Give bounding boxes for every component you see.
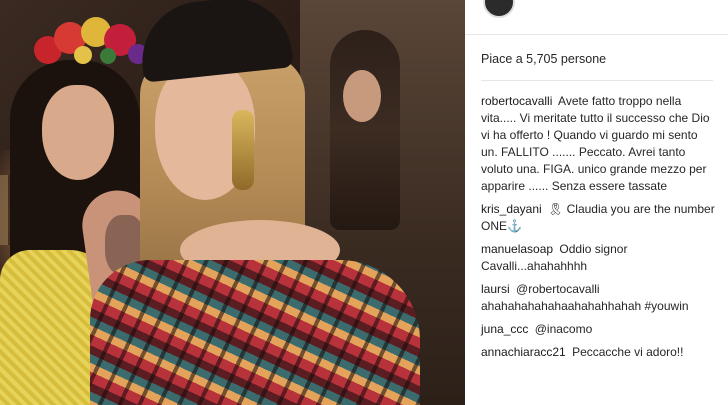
comment-item: robertocavalli Avete fatto troppo nella …: [481, 93, 716, 195]
comment-username[interactable]: kris_dayani: [481, 202, 542, 216]
photo-background-person: [330, 30, 400, 230]
left-woman-face: [42, 85, 114, 180]
comment-item: manuelasoap Oddio signor Cavalli...ahaha…: [481, 241, 716, 275]
comment-username[interactable]: juna_ccc: [481, 322, 528, 336]
comment-item: kris_dayani 🎗 Claudia you are the number…: [481, 201, 716, 235]
likes-count[interactable]: Piace a 5,705 persone: [481, 52, 606, 66]
comment-username[interactable]: laursi: [481, 282, 510, 296]
comment-text: @robertocavalli ahahahahahahaahahahhahah…: [481, 282, 689, 313]
avatar[interactable]: [483, 0, 515, 18]
comment-item: juna_ccc @inacomo: [481, 321, 716, 338]
comment-text: Peccacche vi adoro!!: [572, 345, 684, 359]
comment-username[interactable]: manuelasoap: [481, 242, 553, 256]
comments-list: robertocavalli Avete fatto troppo nella …: [481, 93, 716, 367]
right-woman-paisley-dress: [90, 260, 420, 405]
post-side-panel: Piace a 5,705 persone robertocavalli Ave…: [465, 0, 728, 405]
comment-username[interactable]: annachiaracc21: [481, 345, 566, 359]
comment-text: Avete fatto troppo nella vita..... Vi me…: [481, 94, 710, 193]
post-photo[interactable]: [0, 0, 465, 405]
comment-item: annachiaracc21 Peccacche vi adoro!!: [481, 344, 716, 361]
right-woman-earring: [232, 110, 254, 190]
divider: [481, 80, 713, 81]
photo-background-person-face: [343, 70, 381, 122]
comment-item: laursi @robertocavalli ahahahahahahaahah…: [481, 281, 716, 315]
comment-username[interactable]: robertocavalli: [481, 94, 552, 108]
post-header: [465, 0, 728, 35]
comment-text: @inacomo: [534, 322, 593, 336]
flower-crown: [34, 17, 148, 64]
